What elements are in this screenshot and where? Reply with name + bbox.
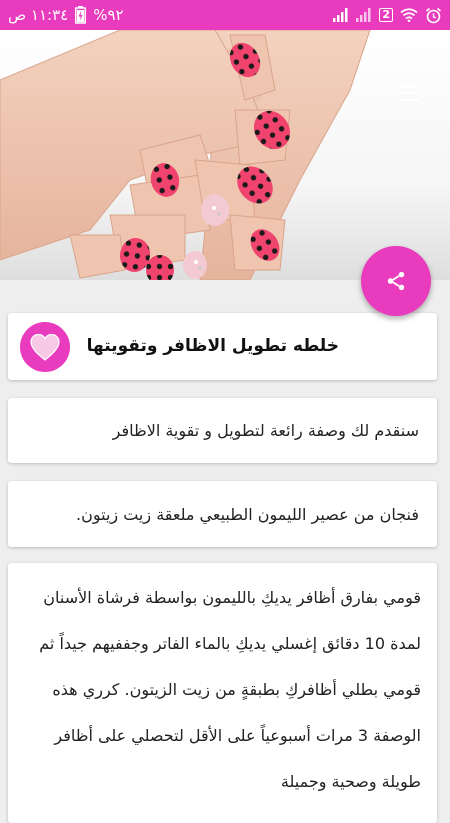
recipe-ingredients-text: فنجان من عصير الليمون الطبيعي ملعقة زيت … — [76, 504, 419, 524]
recipe-intro-card: سنقدم لك وصفة رائعة لتطويل و تقوية الاظا… — [8, 398, 437, 463]
menu-line — [398, 85, 420, 87]
recipe-method-text: قومي بفارق أظافر يديكِ بالليمون بواسطة ف… — [39, 588, 421, 791]
status-bar-left: ١١:٣٤ ص %٩٢ — [8, 6, 124, 24]
alarm-clock-icon — [425, 7, 442, 24]
share-icon — [387, 271, 405, 291]
menu-line — [398, 92, 420, 94]
status-bar-right: 2 — [333, 7, 442, 24]
signal-icon-secondary — [356, 8, 372, 22]
recipe-method-card: قومي بفارق أظافر يديكِ بالليمون بواسطة ف… — [8, 563, 437, 823]
wifi-icon — [400, 8, 418, 22]
share-button[interactable] — [361, 246, 431, 316]
status-time: ١١:٣٤ ص — [8, 6, 69, 24]
recipe-title-card: خلطه تطويل الاظافر وتقويتها — [8, 313, 437, 380]
favorite-button[interactable] — [20, 322, 70, 372]
battery-percentage: %٩٢ — [93, 6, 124, 24]
recipe-ingredients-card: فنجان من عصير الليمون الطبيعي ملعقة زيت … — [8, 481, 437, 547]
heart-icon — [30, 333, 60, 361]
recipe-title: خلطه تطويل الاظافر وتقويتها — [86, 336, 339, 356]
recipe-intro-text: سنقدم لك وصفة رائعة لتطويل و تقوية الاظا… — [112, 421, 419, 440]
signal-icon — [333, 8, 349, 22]
battery-icon — [75, 6, 87, 24]
manicured-hands-illustration — [0, 30, 450, 280]
menu-line — [398, 99, 420, 101]
header-image — [0, 30, 450, 280]
status-bar: ١١:٣٤ ص %٩٢ 2 — [0, 0, 450, 30]
sim-slot-badge: 2 — [379, 8, 393, 22]
hamburger-menu-button[interactable] — [398, 85, 420, 101]
